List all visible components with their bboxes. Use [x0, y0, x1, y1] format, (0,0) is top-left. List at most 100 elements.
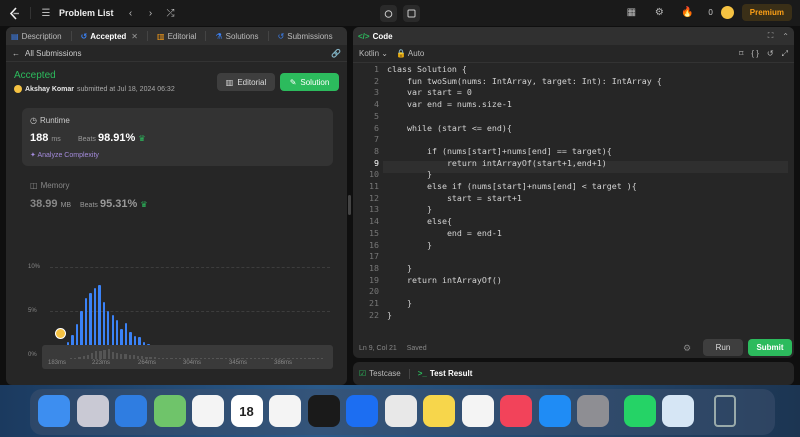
user-marker-avatar[interactable]	[55, 328, 66, 339]
mode-select[interactable]: Auto	[408, 49, 424, 58]
flask-icon: ⚗	[215, 31, 223, 41]
analyze-complexity-link[interactable]: ✦ Analyze Complexity	[30, 151, 99, 159]
photos-app-icon[interactable]	[192, 395, 224, 427]
code-line[interactable]: }	[387, 310, 392, 320]
memory-label[interactable]: ◫ Memory	[30, 181, 69, 190]
streak-count: 0	[708, 8, 713, 17]
run-button[interactable]: Run	[703, 339, 743, 356]
maps-app-icon[interactable]	[153, 395, 186, 427]
reminders-app-icon[interactable]	[269, 395, 301, 427]
tab-solutions[interactable]: ⚗ Solutions	[215, 32, 258, 41]
mini-chart-bar	[128, 355, 131, 359]
tab-test-result[interactable]: >_ Test Result	[418, 369, 473, 378]
clock-icon: ◷	[30, 116, 37, 125]
code-line[interactable]: end = end-1	[387, 228, 502, 238]
timer-icon[interactable]	[380, 5, 397, 22]
streak-fire-icon[interactable]: 🔥	[680, 6, 694, 20]
range-selector[interactable]: 183ms 223ms 264ms 304ms 345ms 386ms	[42, 345, 333, 369]
code-line[interactable]: }	[387, 169, 432, 179]
finder-app-icon[interactable]	[38, 395, 70, 427]
premium-button[interactable]: Premium	[741, 4, 792, 21]
mini-chart-bar	[149, 357, 152, 359]
tab-editorial[interactable]: ▥ Editorial	[157, 32, 196, 41]
chip-icon: ◫	[30, 181, 38, 190]
preview-app-icon[interactable]	[662, 395, 694, 427]
avatar[interactable]	[14, 85, 22, 93]
trash-app-icon[interactable]	[713, 395, 736, 427]
divider	[70, 31, 72, 41]
mini-chart-bar	[70, 358, 73, 359]
link-icon[interactable]: 🔗	[331, 49, 341, 58]
problem-list-link[interactable]: Problem List	[59, 8, 114, 18]
appstore-app-icon[interactable]	[538, 395, 571, 427]
list-icon[interactable]: ☰	[39, 6, 53, 20]
code-line[interactable]: while (start <= end){	[387, 123, 512, 133]
code-line[interactable]: fun twoSum(nums: IntArray, target: Int):…	[387, 76, 662, 86]
safari-app-icon[interactable]	[115, 395, 147, 427]
code-line[interactable]: var start = 0	[387, 87, 472, 97]
code-line[interactable]: else if (nums[start]+nums[end] < target …	[387, 181, 637, 191]
notes-icon[interactable]	[403, 5, 420, 22]
appstore-dev-app-icon[interactable]	[346, 395, 378, 427]
tab-description[interactable]: ▤ Description	[11, 32, 62, 41]
runtime-card[interactable]: ◷ Runtime 188 ms Beats 98.91% ♛ ✦ Analyze…	[22, 108, 333, 166]
code-line[interactable]: if (nums[start]+nums[end] == target){	[387, 146, 612, 156]
code-line[interactable]: }	[387, 298, 412, 308]
chevron-right-icon[interactable]: ›	[144, 6, 158, 20]
code-editor[interactable]: 1 class Solution {2 fun twoSum(nums: IntA…	[353, 64, 794, 334]
mini-chart-bar	[136, 355, 140, 359]
freeform-app-icon[interactable]	[461, 395, 494, 427]
editorial-button[interactable]: ▥ Editorial	[217, 73, 275, 91]
code-line[interactable]: start = start+1	[387, 193, 522, 203]
avatar[interactable]	[720, 6, 734, 19]
calendar-app-icon[interactable]: 18	[230, 395, 263, 427]
whatsapp-app-icon[interactable]	[623, 395, 656, 427]
tab-submissions[interactable]: ↺ Submissions	[278, 32, 333, 41]
code-line[interactable]: }	[387, 204, 432, 214]
chevron-left-icon[interactable]: ‹	[124, 6, 138, 20]
code-line[interactable]: class Solution {	[387, 64, 467, 74]
braces-icon[interactable]: { }	[751, 49, 759, 58]
shuffle-icon[interactable]: ⤮	[164, 6, 178, 20]
left-tabs: ▤ Description ↺ Accepted ✕ ▥ Editorial ⚗ Solu…	[6, 27, 347, 45]
layout-icon[interactable]: ▦	[624, 6, 638, 20]
panel-resize-handle[interactable]	[348, 195, 351, 215]
all-submissions-link[interactable]: ← All Submissions 🔗	[6, 45, 347, 62]
intellij-app-icon[interactable]	[307, 395, 340, 427]
tab-accepted[interactable]: ↺ Accepted ✕	[81, 32, 138, 41]
code-line[interactable]: else{	[387, 216, 452, 226]
line-number: 12	[369, 192, 379, 203]
line-number: 13	[369, 204, 379, 215]
code-line[interactable]: return intArrayOf(start+1,end+1)	[387, 158, 607, 168]
top-bar: ☰ Problem List ‹ › ⤮ ▦ ⚙ 🔥 0 Premium	[0, 0, 800, 26]
chrome-app-icon[interactable]	[384, 395, 417, 427]
expand-icon[interactable]: ⤢	[782, 49, 788, 59]
mini-chart-bar	[182, 358, 186, 359]
mini-x-tick-label: 264ms	[138, 360, 157, 366]
close-icon[interactable]: ✕	[131, 32, 138, 41]
code-line[interactable]: var end = nums.size-1	[387, 99, 512, 109]
solution-button[interactable]: ✎ Solution	[280, 73, 339, 91]
bookmark-icon[interactable]: ⌑	[739, 49, 743, 58]
code-line[interactable]: }	[387, 240, 432, 250]
submit-button[interactable]: Submit	[748, 339, 792, 356]
settings-app-icon[interactable]	[577, 395, 609, 427]
notes-app-icon[interactable]	[423, 395, 455, 427]
mini-chart-bar	[274, 358, 278, 359]
gear-icon[interactable]: ⚙	[652, 6, 666, 20]
tab-testcase[interactable]: ☑ Testcase	[359, 369, 401, 378]
code-line[interactable]: return intArrayOf()	[387, 275, 502, 285]
debug-icon[interactable]: ⚙	[683, 343, 691, 354]
code-line[interactable]: }	[387, 263, 412, 273]
launchpad-app-icon[interactable]	[76, 395, 109, 427]
language-select[interactable]: Kotlin ⌄	[359, 49, 388, 58]
editor-status: Ln 9, Col 21 Saved	[359, 345, 427, 352]
tab-code[interactable]: </> Code	[358, 32, 393, 41]
reset-icon[interactable]: ↺	[767, 49, 774, 58]
line-number: 18	[369, 262, 379, 273]
chevron-up-icon[interactable]: ⌃	[782, 32, 789, 41]
music-app-icon[interactable]	[500, 395, 532, 427]
leetcode-logo-icon[interactable]	[8, 6, 22, 20]
author-name[interactable]: Akshay Komar	[25, 86, 74, 93]
maximize-icon[interactable]: ⛶	[768, 31, 774, 41]
